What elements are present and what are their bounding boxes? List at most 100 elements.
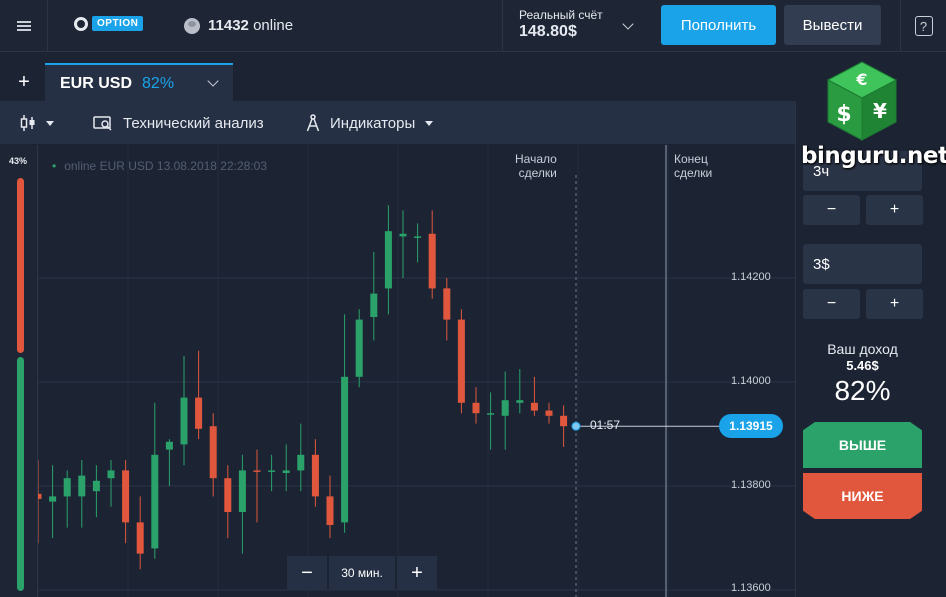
income-value: 5.46$	[846, 358, 879, 373]
candle-body	[560, 415, 568, 427]
amount-minus-button[interactable]: −	[803, 289, 860, 319]
sentiment-pct: 43%	[9, 156, 28, 166]
sentiment-bar-down	[17, 178, 24, 353]
candle-body	[472, 402, 480, 414]
withdraw-button[interactable]: Вывести	[784, 5, 881, 45]
tech-analysis-button[interactable]: Технический анализ	[93, 101, 264, 145]
time-plus-button[interactable]: +	[866, 195, 923, 225]
tech-analysis-label: Технический анализ	[123, 114, 264, 132]
candle-body	[341, 376, 349, 523]
candle-body	[487, 413, 495, 415]
call-up-button[interactable]: ВЫШЕ	[803, 422, 922, 468]
yen-symbol: ¥	[873, 99, 887, 123]
current-price-dot	[571, 421, 581, 431]
chart-info-line: online EUR USD 13.08.2018 22:28:03	[52, 159, 267, 173]
zoom-in-button[interactable]: +	[397, 556, 437, 590]
euro-symbol: €	[855, 70, 867, 89]
deposit-button[interactable]: Пополнить	[661, 5, 776, 45]
candle-body	[297, 454, 305, 471]
dollar-symbol: $	[836, 102, 851, 127]
account-selector[interactable]: Реальный счёт 148.80$	[502, 0, 644, 52]
price-tick: 1.14200	[731, 271, 771, 283]
compass-icon	[306, 114, 320, 132]
candle-body	[253, 470, 261, 472]
top-bar: OPTION 11432 online Реальный счёт 148.80…	[0, 0, 946, 52]
put-down-button[interactable]: НИЖЕ	[803, 473, 922, 519]
candle-body	[122, 470, 130, 523]
caret-down-icon	[425, 120, 434, 126]
candle-body	[516, 400, 524, 403]
logo[interactable]: OPTION	[74, 16, 144, 31]
indicators-label: Индикаторы	[330, 114, 416, 132]
candle-body	[268, 470, 276, 472]
candle-body	[49, 496, 57, 502]
income-label: Ваш доход	[827, 341, 898, 357]
help-button[interactable]: ?	[900, 0, 946, 52]
candle-body	[384, 231, 392, 289]
caret-down-icon	[46, 120, 54, 126]
candle-body	[414, 236, 422, 238]
candle-body	[209, 426, 217, 479]
current-price-badge: 1.13915	[719, 414, 783, 438]
candle-body	[282, 470, 290, 473]
tab-payout: 82%	[142, 75, 175, 92]
online-counter: 11432 online	[184, 17, 293, 34]
deal-start-line1: Начало	[515, 152, 557, 166]
candle-body	[355, 319, 363, 377]
candle-body	[326, 496, 334, 525]
candle-body	[165, 441, 173, 450]
chevron-down-icon	[207, 75, 219, 87]
zoom-out-button[interactable]: −	[287, 556, 327, 590]
help-icon: ?	[914, 16, 933, 36]
amount-field[interactable]: 3$	[803, 244, 922, 284]
deal-start-line2: сделки	[518, 166, 557, 180]
chart-type-selector[interactable]	[20, 101, 54, 145]
tab-eur-usd[interactable]: EUR USD 82%	[45, 63, 233, 103]
price-tick: 1.13800	[731, 479, 771, 491]
online-count: 11432	[208, 17, 249, 34]
income-percent: 82%	[834, 375, 891, 406]
candle-body	[63, 478, 71, 497]
chart-toolbar: Технический анализ Индикаторы	[0, 101, 795, 145]
candle-body	[311, 454, 319, 497]
countdown-timer: 01:57	[590, 418, 621, 432]
candle-body	[238, 470, 246, 512]
candle-body	[501, 400, 509, 416]
candle-body	[443, 288, 451, 320]
deal-end-line2: сделки	[674, 166, 713, 180]
analysis-icon	[93, 116, 112, 131]
menu-icon[interactable]	[0, 0, 48, 52]
price-tick: 1.13600	[731, 582, 771, 594]
candlestick-icon	[20, 115, 35, 131]
tab-pair: EUR USD	[60, 75, 133, 92]
zoom-control: − 30 мин. +	[287, 556, 437, 590]
watermark-text: binguru.net	[801, 143, 946, 169]
timeframe-value[interactable]: 30 мин.	[329, 556, 395, 590]
candle-body	[428, 233, 436, 289]
amount-plus-button[interactable]: +	[866, 289, 923, 319]
candle-body	[370, 293, 378, 317]
time-minus-button[interactable]: −	[803, 195, 860, 225]
candle-body	[107, 470, 115, 479]
candle-body	[136, 522, 144, 554]
add-tab-button[interactable]: +	[5, 63, 43, 101]
candle-body	[151, 454, 159, 549]
user-icon	[184, 17, 200, 34]
candle-body	[92, 480, 100, 492]
price-chart[interactable]	[0, 145, 795, 597]
candle-body	[545, 410, 553, 416]
sentiment-bar-up	[17, 357, 24, 591]
candle-body	[195, 397, 203, 429]
candle-body	[78, 475, 86, 497]
indicators-button[interactable]: Индикаторы	[306, 101, 434, 145]
price-tick: 1.14000	[731, 375, 771, 387]
candle-body	[399, 233, 407, 237]
logo-circle-icon	[74, 16, 88, 31]
deal-end-line1: Конец	[674, 152, 708, 166]
candle-body	[224, 478, 232, 512]
online-suffix: online	[253, 17, 294, 34]
deal-start-label: Начало сделки	[515, 152, 557, 180]
logo-badge: OPTION	[92, 16, 144, 31]
deal-end-label: Конец сделки	[674, 152, 712, 180]
candle-body	[530, 402, 538, 411]
